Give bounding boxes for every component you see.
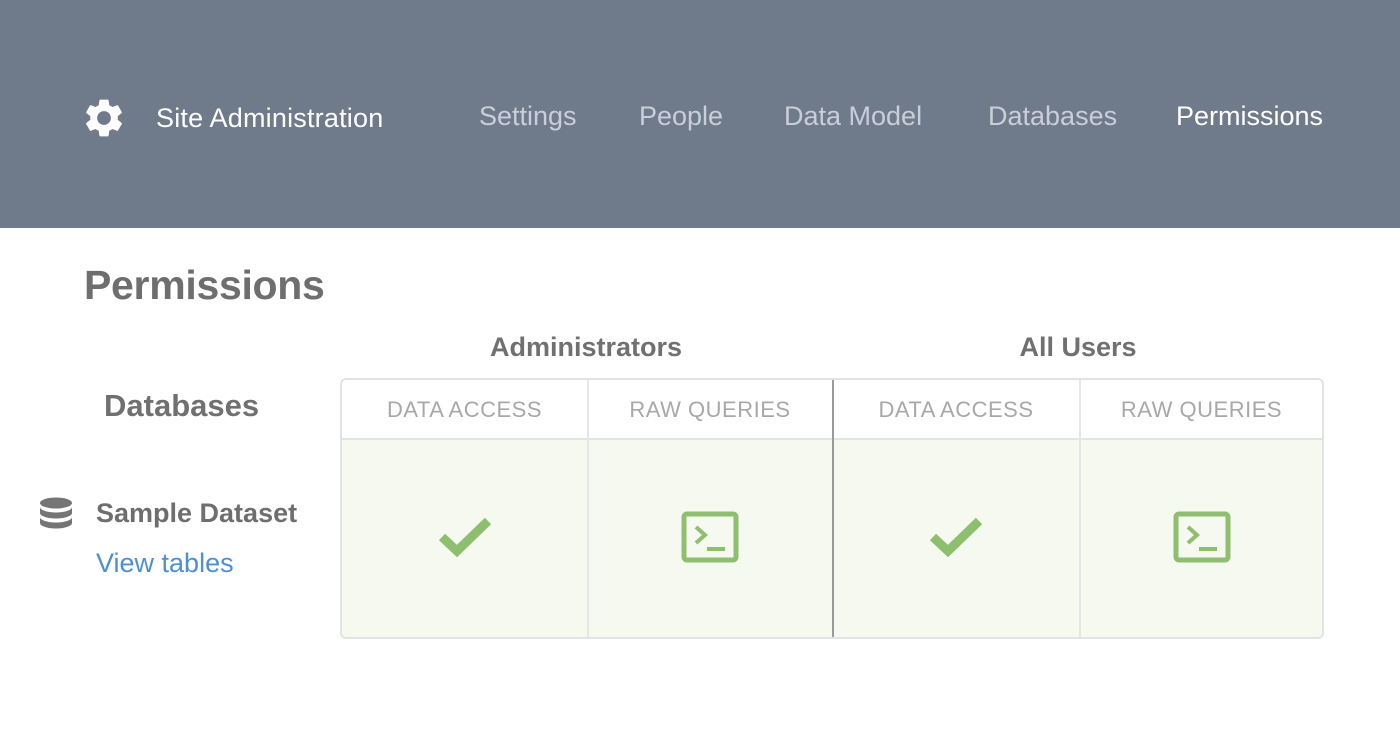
admin-header: Site Administration Settings People Data… (0, 0, 1400, 228)
admin-nav: Settings People Data Model Databases Per… (0, 94, 1400, 138)
page-title: Permissions (84, 262, 325, 308)
checkmark-icon (928, 515, 984, 564)
databases-column-label: Databases (104, 388, 260, 423)
terminal-icon (1173, 511, 1231, 568)
nav-permissions[interactable]: Permissions (1176, 94, 1323, 138)
column-divider (587, 380, 589, 637)
permissions-grid: DATA ACCESS RAW QUERIES DATA ACCESS RAW … (340, 378, 1324, 639)
database-icon (38, 496, 74, 532)
nav-settings[interactable]: Settings (479, 94, 577, 138)
col-header-all-users-data-access: DATA ACCESS (833, 380, 1079, 440)
column-divider (1079, 380, 1081, 637)
nav-data-model[interactable]: Data Model (784, 94, 922, 138)
group-divider (832, 380, 834, 637)
checkmark-icon (437, 515, 493, 564)
cell-all-users-data-access[interactable] (833, 440, 1079, 637)
cell-admin-raw-queries[interactable] (587, 440, 833, 637)
nav-databases[interactable]: Databases (988, 94, 1117, 138)
nav-people[interactable]: People (639, 94, 723, 138)
view-tables-link[interactable]: View tables (96, 548, 234, 579)
terminal-icon (681, 511, 739, 568)
cell-all-users-raw-queries[interactable] (1079, 440, 1322, 637)
database-name: Sample Dataset (96, 498, 298, 528)
cell-admin-data-access[interactable] (342, 440, 587, 637)
col-header-admin-data-access: DATA ACCESS (342, 380, 587, 440)
col-header-all-users-raw-queries: RAW QUERIES (1079, 380, 1322, 440)
group-header-administrators: Administrators (489, 332, 683, 362)
col-header-admin-raw-queries: RAW QUERIES (587, 380, 833, 440)
group-header-all-users: All Users (1019, 332, 1137, 362)
